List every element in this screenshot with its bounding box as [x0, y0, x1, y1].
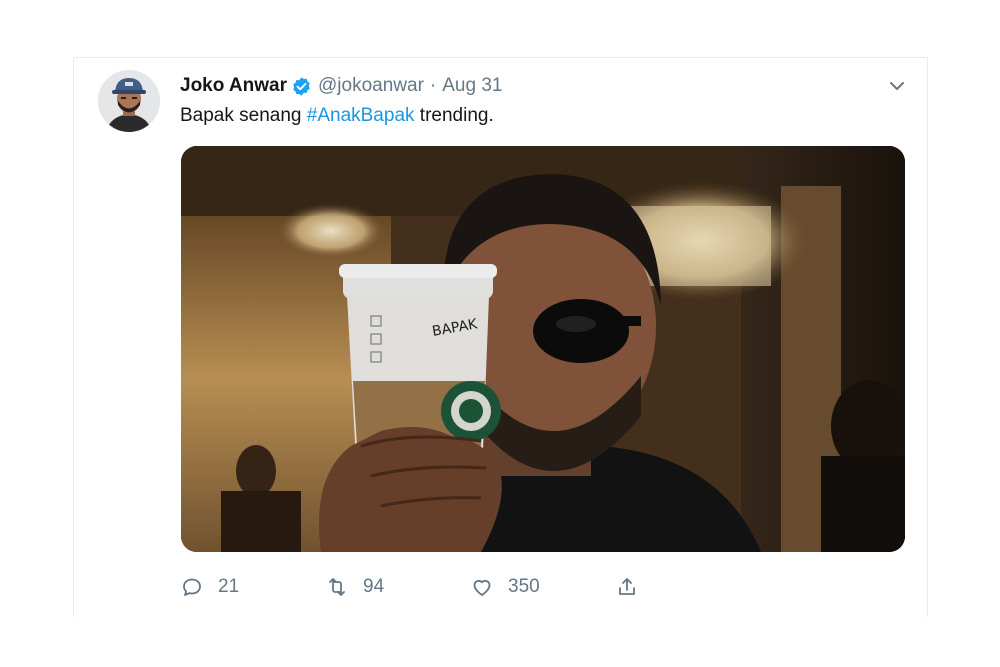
chevron-down-icon[interactable] — [885, 74, 909, 98]
reply-button[interactable]: 21 — [180, 575, 325, 599]
reply-icon — [183, 578, 201, 596]
retweet-icon — [329, 578, 345, 596]
tweet-actions: 21 94 350 — [180, 575, 653, 599]
tweet-text-after: trending. — [414, 105, 494, 126]
share-icon — [619, 578, 635, 595]
tweet-text-before: Bapak senang — [180, 105, 307, 126]
display-name[interactable]: Joko Anwar — [180, 75, 287, 97]
like-count: 350 — [508, 576, 540, 597]
reply-count: 21 — [218, 576, 240, 597]
retweet-count: 94 — [363, 576, 385, 597]
share-button[interactable] — [615, 575, 653, 599]
heart-icon — [473, 579, 491, 596]
tweet-date[interactable]: Aug 31 — [442, 75, 502, 97]
tweet-text: Bapak senang #AnakBapak trending. — [180, 105, 494, 127]
tweet-photo[interactable]: BAPAK — [181, 146, 905, 552]
separator-dot: · — [429, 75, 437, 96]
avatar[interactable] — [98, 70, 160, 132]
hashtag-link[interactable]: #AnakBapak — [307, 105, 415, 126]
tweet-header: Joko Anwar @jokoanwar · Aug 31 — [180, 75, 502, 97]
verified-badge-icon — [291, 76, 312, 97]
like-button[interactable]: 350 — [470, 575, 615, 599]
tweet-card[interactable]: Joko Anwar @jokoanwar · Aug 31 Bapak sen… — [73, 57, 928, 617]
user-handle[interactable]: @jokoanwar — [318, 75, 424, 97]
retweet-button[interactable]: 94 — [325, 575, 470, 599]
